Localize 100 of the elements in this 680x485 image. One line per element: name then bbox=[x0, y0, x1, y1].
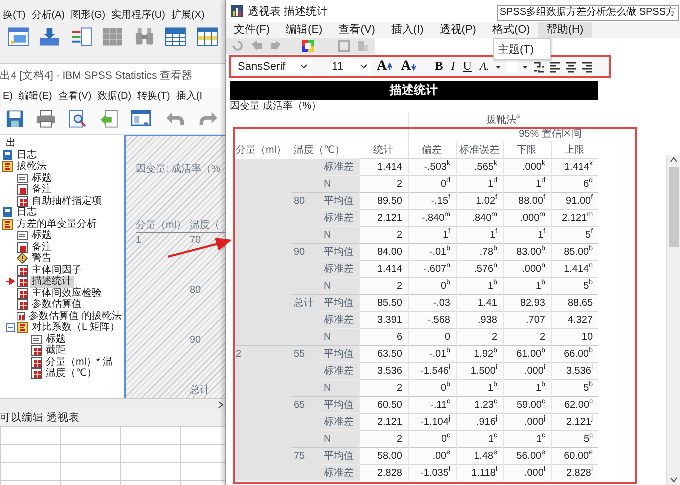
table-page-icon[interactable] bbox=[17, 299, 28, 310]
tree-item[interactable]: 对比系数（L 矩阵） bbox=[30, 322, 122, 334]
tree-item[interactable]: 自助抽样指定项 bbox=[30, 196, 104, 207]
menu-item[interactable]: 实用程序(U) bbox=[108, 8, 168, 22]
table-page-icon[interactable] bbox=[31, 345, 42, 356]
align-right-icon[interactable] bbox=[581, 60, 594, 72]
tree-item[interactable]: 拔靴法 bbox=[15, 161, 49, 172]
table-page-icon[interactable] bbox=[17, 288, 28, 299]
print-icon[interactable] bbox=[36, 109, 57, 129]
menu-item[interactable]: 分析(A) bbox=[28, 8, 68, 22]
table-icon[interactable] bbox=[165, 27, 187, 47]
color-grid-icon[interactable] bbox=[302, 40, 314, 52]
table-cell: .00$^{e}$ bbox=[408, 448, 456, 464]
table-cell: 3.536$^{i}$ bbox=[551, 362, 598, 380]
import-icon[interactable] bbox=[39, 27, 61, 47]
wrap-text-icon[interactable] bbox=[533, 60, 546, 72]
menu-item[interactable]: 编辑(E) bbox=[16, 89, 56, 103]
caret-icon[interactable] bbox=[360, 64, 368, 70]
menu-item[interactable]: 编辑(E) bbox=[278, 22, 331, 38]
table-icon[interactable] bbox=[8, 27, 30, 47]
title-page-icon[interactable] bbox=[31, 334, 42, 345]
variable-list-icon[interactable] bbox=[70, 27, 92, 47]
table-page-icon[interactable] bbox=[17, 264, 28, 276]
log-book-icon[interactable] bbox=[2, 150, 13, 161]
text-color-button[interactable]: A. bbox=[478, 58, 492, 74]
vertical-scrollbar[interactable] bbox=[666, 155, 680, 485]
tree-item[interactable]: 备注 bbox=[30, 184, 54, 196]
tree-item[interactable]: 参数估算值 bbox=[30, 299, 84, 310]
tree-item[interactable]: 标题 bbox=[30, 172, 54, 184]
caret-icon[interactable] bbox=[300, 64, 308, 70]
note-page-icon[interactable] bbox=[17, 242, 28, 253]
bold-button[interactable]: B bbox=[433, 58, 446, 74]
log-book-icon[interactable] bbox=[2, 207, 13, 218]
note-page-icon[interactable] bbox=[17, 184, 28, 196]
warning-icon[interactable] bbox=[17, 253, 28, 264]
menu-item[interactable]: 帮助(H) bbox=[538, 22, 592, 38]
fill-color-icon[interactable] bbox=[506, 60, 518, 73]
menu-item[interactable]: 主题(T) bbox=[498, 42, 534, 56]
tree-item[interactable]: 警告 bbox=[30, 253, 54, 264]
align-center-icon[interactable] bbox=[565, 60, 578, 72]
output-folder-icon[interactable] bbox=[17, 322, 28, 334]
arrow-up-icon[interactable] bbox=[387, 62, 394, 70]
tree-item[interactable]: 分量（ml）* 温 bbox=[44, 356, 116, 368]
tree-item[interactable]: 方差的单变量分析 bbox=[15, 218, 99, 230]
font-size-dropdown[interactable]: 11 bbox=[329, 59, 371, 74]
menu-item[interactable]: 插入(I bbox=[173, 89, 206, 103]
table-page-icon[interactable] bbox=[17, 276, 28, 288]
menu-item[interactable]: 数据(D) bbox=[94, 89, 135, 103]
menu-item[interactable]: E) bbox=[0, 90, 16, 102]
menu-item[interactable]: 格式(O) bbox=[484, 22, 538, 38]
output-folder-icon[interactable] bbox=[2, 161, 13, 172]
tree-item[interactable]: 描述统计 bbox=[30, 276, 74, 288]
table-page-icon[interactable] bbox=[17, 310, 26, 322]
menu-item[interactable]: 转换(T) bbox=[134, 89, 174, 103]
tree-item[interactable]: 截距 bbox=[44, 345, 68, 356]
font-dropdown[interactable]: SansSerif bbox=[235, 59, 311, 74]
menu-item[interactable]: 图形(G) bbox=[68, 8, 109, 22]
output-folder-icon[interactable] bbox=[2, 218, 13, 230]
title-page-icon[interactable] bbox=[17, 172, 28, 184]
underline-button[interactable]: U bbox=[461, 58, 474, 74]
menu-item[interactable]: 扩展(X) bbox=[168, 8, 208, 22]
window-icon[interactable] bbox=[131, 109, 152, 129]
horizontal-scrollbar[interactable] bbox=[0, 398, 226, 411]
binoculars-icon[interactable] bbox=[134, 27, 156, 47]
table-icon[interactable] bbox=[196, 27, 218, 47]
export-icon[interactable] bbox=[99, 109, 120, 129]
tree-item[interactable]: 备注 bbox=[30, 242, 54, 253]
table-cell: 0$^{d}$ bbox=[408, 176, 456, 192]
menu-item[interactable]: 插入(I) bbox=[383, 22, 432, 38]
arrow-down-icon[interactable] bbox=[411, 62, 418, 70]
tree-item[interactable]: 日志 bbox=[15, 150, 39, 161]
pointer-arrow bbox=[166, 236, 234, 260]
tree-item[interactable]: 出 bbox=[4, 138, 18, 150]
menu-item[interactable]: 查看(V) bbox=[55, 89, 95, 103]
tree-item[interactable]: 参数估算值 的拔靴法 bbox=[27, 310, 124, 322]
tree-item[interactable]: 主体间效应检验 bbox=[30, 288, 104, 299]
tree-item[interactable]: 标题 bbox=[30, 230, 54, 242]
print-preview-icon[interactable] bbox=[68, 109, 88, 129]
menu-item[interactable]: 透视(P) bbox=[432, 22, 484, 38]
table-page-icon[interactable] bbox=[31, 356, 42, 368]
scroll-up-icon[interactable] bbox=[669, 155, 679, 165]
table-page-icon[interactable] bbox=[31, 368, 42, 380]
decrease-font-button[interactable]: A bbox=[399, 58, 420, 74]
menu-item[interactable]: 文件(F) bbox=[226, 22, 278, 38]
save-icon[interactable] bbox=[6, 109, 24, 129]
scroll-right-icon[interactable] bbox=[216, 400, 226, 410]
align-left-icon[interactable] bbox=[549, 60, 562, 72]
tree-item[interactable]: 日志 bbox=[15, 207, 39, 218]
collapse-icon[interactable] bbox=[6, 323, 15, 332]
table-page-icon[interactable] bbox=[17, 196, 28, 207]
title-page-icon[interactable] bbox=[17, 230, 28, 242]
tree-item[interactable]: 标题 bbox=[44, 334, 68, 345]
menu-item[interactable]: 查看(V) bbox=[330, 22, 384, 38]
tree-item[interactable]: 主体间因子 bbox=[30, 264, 84, 276]
italic-button[interactable]: I bbox=[449, 58, 458, 74]
tree-item[interactable]: 温度（℃） bbox=[44, 368, 100, 380]
scroll-down-icon[interactable] bbox=[669, 475, 679, 485]
increase-font-button[interactable]: A bbox=[375, 58, 396, 74]
scrollbar-thumb[interactable] bbox=[669, 167, 679, 247]
menu-item[interactable]: 换(T) bbox=[0, 8, 29, 22]
